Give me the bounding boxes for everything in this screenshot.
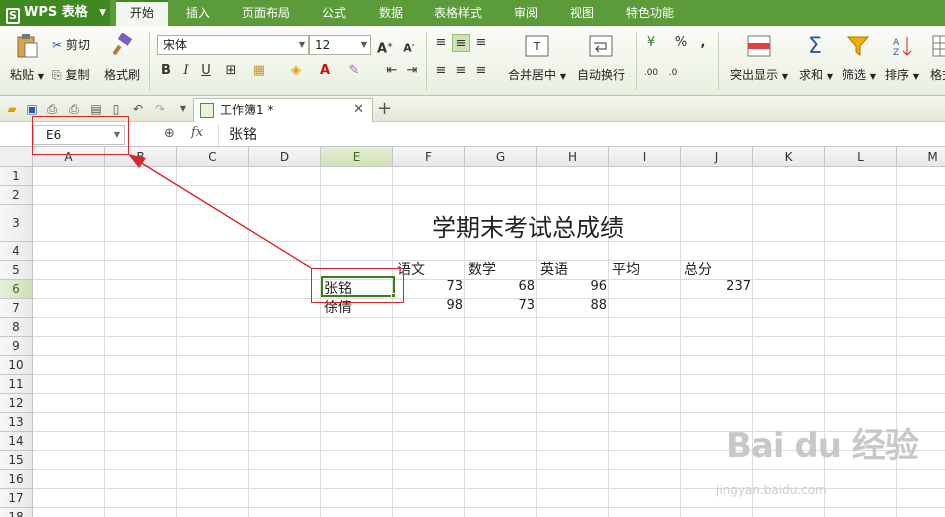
baidu-watermark-url: jingyan.baidu.com	[716, 483, 827, 497]
baidu-watermark: Bai du 经验	[726, 426, 919, 466]
